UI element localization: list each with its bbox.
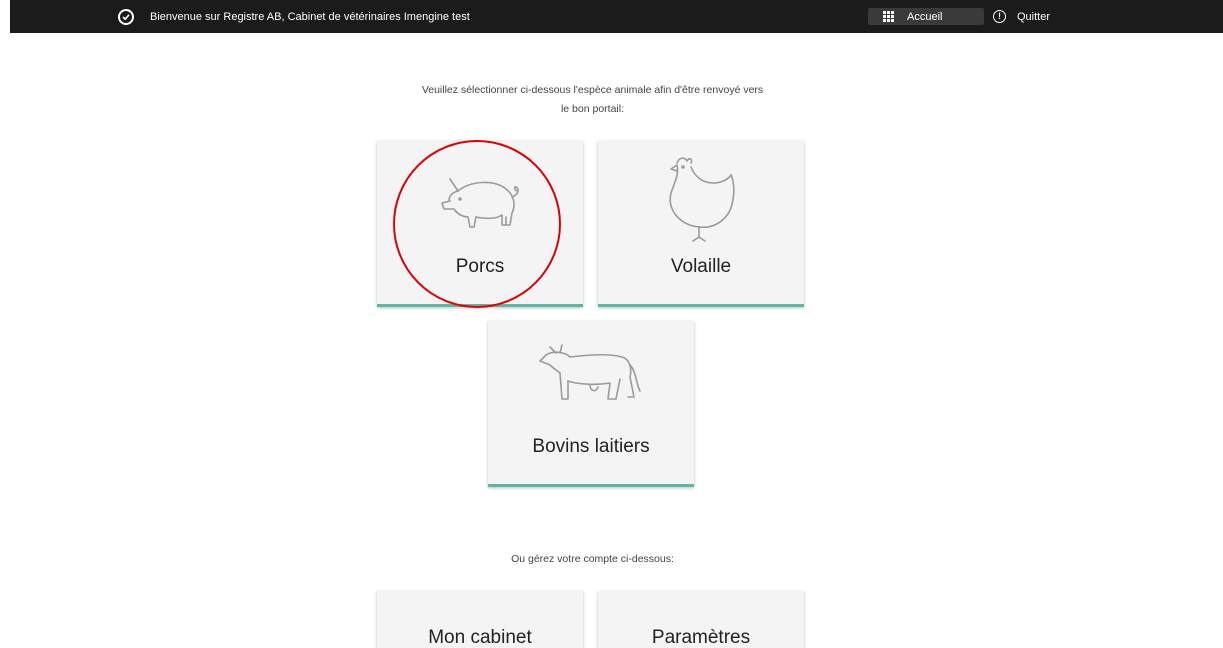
pig-icon — [432, 171, 528, 236]
cow-icon — [536, 341, 646, 416]
species-card-volaille-label: Volaille — [670, 256, 732, 277]
account-card-mon-cabinet-label: Mon cabinet — [428, 627, 532, 648]
welcome-message: Bienvenue sur Registre AB, Cabinet de vé… — [150, 11, 470, 23]
account-intro-text: Ou gérez votre compte ci-dessous: — [511, 553, 674, 565]
top-bar: Bienvenue sur Registre AB, Cabinet de vé… — [10, 0, 1223, 33]
species-card-porcs-label: Porcs — [455, 256, 505, 277]
species-card-bovins-laitiers[interactable]: Bovins laitiers — [488, 321, 694, 487]
species-intro-text: Veuillez sélectionner ci-dessous l'espèc… — [375, 81, 810, 119]
species-card-bovins-laitiers-label: Bovins laitiers — [532, 436, 650, 457]
species-card-volaille[interactable]: Volaille — [598, 141, 804, 307]
intro-line-1: Veuillez sélectionner ci-dessous l'espèc… — [421, 84, 764, 96]
account-card-mon-cabinet[interactable]: Mon cabinet — [377, 591, 583, 648]
intro-line-2: le bon portail: — [560, 103, 625, 115]
home-button[interactable]: Accueil — [868, 8, 984, 25]
account-card-parametres[interactable]: Paramètres — [598, 591, 804, 648]
chicken-icon — [661, 153, 741, 248]
apps-grid-icon — [883, 11, 894, 22]
species-card-porcs[interactable]: Porcs — [377, 141, 583, 307]
quit-button[interactable]: ! Quitter — [993, 8, 1073, 25]
info-circle-icon: ! — [993, 10, 1006, 23]
page: Bienvenue sur Registre AB, Cabinet de vé… — [0, 0, 1223, 648]
home-button-label: Accueil — [907, 11, 943, 23]
quit-button-label: Quitter — [1017, 11, 1051, 23]
account-card-parametres-label: Paramètres — [651, 627, 751, 648]
checkmark-circle-icon — [118, 9, 134, 25]
